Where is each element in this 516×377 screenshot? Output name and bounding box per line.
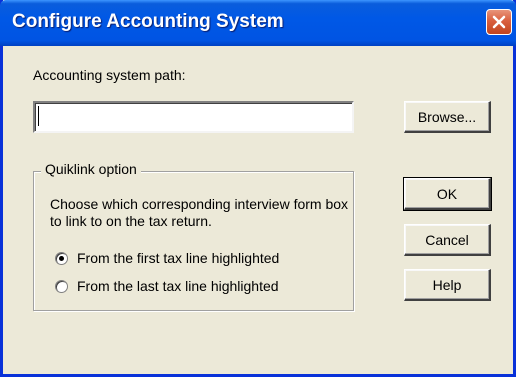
close-button[interactable] [486,9,512,35]
quiklink-description: Choose which corresponding interview for… [50,196,349,229]
title-bar[interactable]: Configure Accounting System [0,0,516,46]
radio-last-label: From the last tax line highlighted [77,278,279,294]
help-button[interactable]: Help [404,269,491,301]
ok-button[interactable]: OK [403,177,492,211]
cancel-button[interactable]: Cancel [404,224,491,256]
radio-last-tax-line[interactable]: From the last tax line highlighted [55,278,279,294]
text-caret [38,106,39,126]
radio-unchecked-icon[interactable] [55,279,68,293]
radio-checked-icon[interactable] [55,251,68,265]
accounting-path-input[interactable] [33,101,354,133]
quiklink-legend: Quiklink option [41,161,141,177]
configure-accounting-dialog: Configure Accounting System Accounting s… [0,0,516,377]
browse-button[interactable]: Browse... [404,101,491,133]
radio-first-label: From the first tax line highlighted [77,250,280,266]
path-label: Accounting system path: [33,67,186,83]
radio-first-tax-line[interactable]: From the first tax line highlighted [55,250,279,266]
close-icon [492,15,506,29]
window-title: Configure Accounting System [12,11,284,32]
